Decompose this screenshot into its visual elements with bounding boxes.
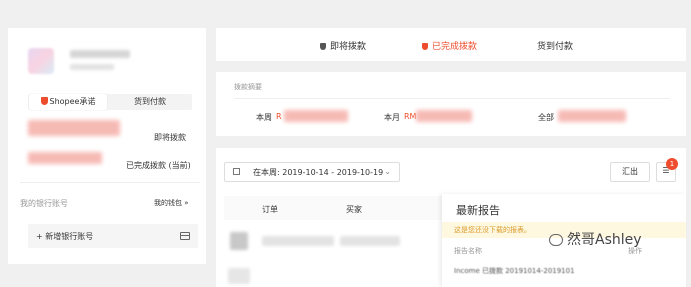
date-range-select[interactable]: 在本周: 2019-10-14 - 2019-10-19 ⌄: [224, 162, 400, 182]
order-id-redacted: [262, 236, 334, 246]
watermark: 然哥Ashley: [549, 229, 642, 249]
bank-account-label: 我的银行账号: [20, 199, 68, 208]
col-buyer: 买家: [346, 205, 362, 214]
pending-amount-redacted: [28, 120, 120, 136]
bank-card-icon: [180, 232, 190, 240]
add-bank-account-button[interactable]: + 新增银行账号: [28, 224, 198, 248]
col-order: 订单: [262, 205, 278, 214]
shop-avatar: [28, 48, 54, 74]
report-col-name: 报告名称: [454, 247, 482, 255]
chevron-down-icon: ⌄: [384, 167, 391, 176]
product-thumb-redacted: [228, 268, 250, 284]
report-notice-text: 这是您还没下载的报表。: [454, 226, 531, 234]
tab-cod[interactable]: 货到付款: [537, 39, 573, 52]
completed-amount-redacted: [28, 152, 102, 164]
shield-icon: [320, 43, 326, 50]
report-count-badge: 1: [666, 158, 678, 170]
product-thumb-redacted: [230, 232, 248, 250]
month-amount-redacted: [416, 110, 472, 122]
payout-list-panel: 在本周: 2019-10-14 - 2019-10-19 ⌄ 汇出 ☰ 1 订单…: [216, 148, 686, 287]
week-amount-redacted: [284, 110, 348, 122]
tab-cod[interactable]: 货到付款: [110, 94, 190, 110]
shop-name-redacted: [70, 50, 130, 58]
summary-divider: [234, 98, 670, 99]
all-label: 全部: [538, 113, 554, 122]
week-currency: R: [276, 112, 282, 121]
my-wallet-link[interactable]: 我的钱包 »: [154, 198, 189, 208]
export-button[interactable]: 汇出: [610, 162, 650, 182]
report-title: 最新报告: [456, 204, 500, 217]
shield-icon: [422, 43, 428, 50]
tab-completed[interactable]: 已完成拨款: [422, 39, 477, 52]
calendar-icon: [233, 168, 240, 175]
payout-summary: 拨款摘要 本周 R 本月 RM 全部: [216, 72, 686, 136]
payment-type-tabs: Shopee承诺 货到付款: [28, 94, 192, 110]
shop-id-redacted: [70, 64, 114, 70]
buyer-name-redacted: [340, 236, 400, 246]
table-header: 订单 买家: [224, 196, 442, 220]
seller-info-panel: Shopee承诺 货到付款 即将拨款 已完成拨款 (当前) 我的银行账号 我的钱…: [8, 28, 206, 264]
completed-label: 已完成拨款 (当前): [126, 161, 191, 170]
summary-title: 拨款摘要: [234, 83, 262, 91]
divider: [20, 182, 200, 183]
payout-tabs-bar: 即将拨款 已完成拨款 货到付款: [216, 28, 686, 61]
date-range-text: 在本周: 2019-10-14 - 2019-10-19: [253, 168, 384, 177]
add-bank-account-label: + 新增银行账号: [36, 232, 94, 241]
week-label: 本周: [256, 113, 272, 122]
tab-pending[interactable]: 即将拨款: [320, 39, 366, 52]
report-row[interactable]: Income 已拨款 20191014-2019101: [454, 266, 575, 276]
shield-icon: [40, 97, 48, 105]
wechat-icon: [549, 234, 563, 246]
all-amount-redacted: [558, 110, 626, 122]
tab-shopee-guarantee[interactable]: Shopee承诺: [29, 94, 107, 110]
month-label: 本月: [384, 113, 400, 122]
pending-label: 即将拨款: [154, 133, 186, 142]
month-currency: RM: [404, 112, 417, 121]
